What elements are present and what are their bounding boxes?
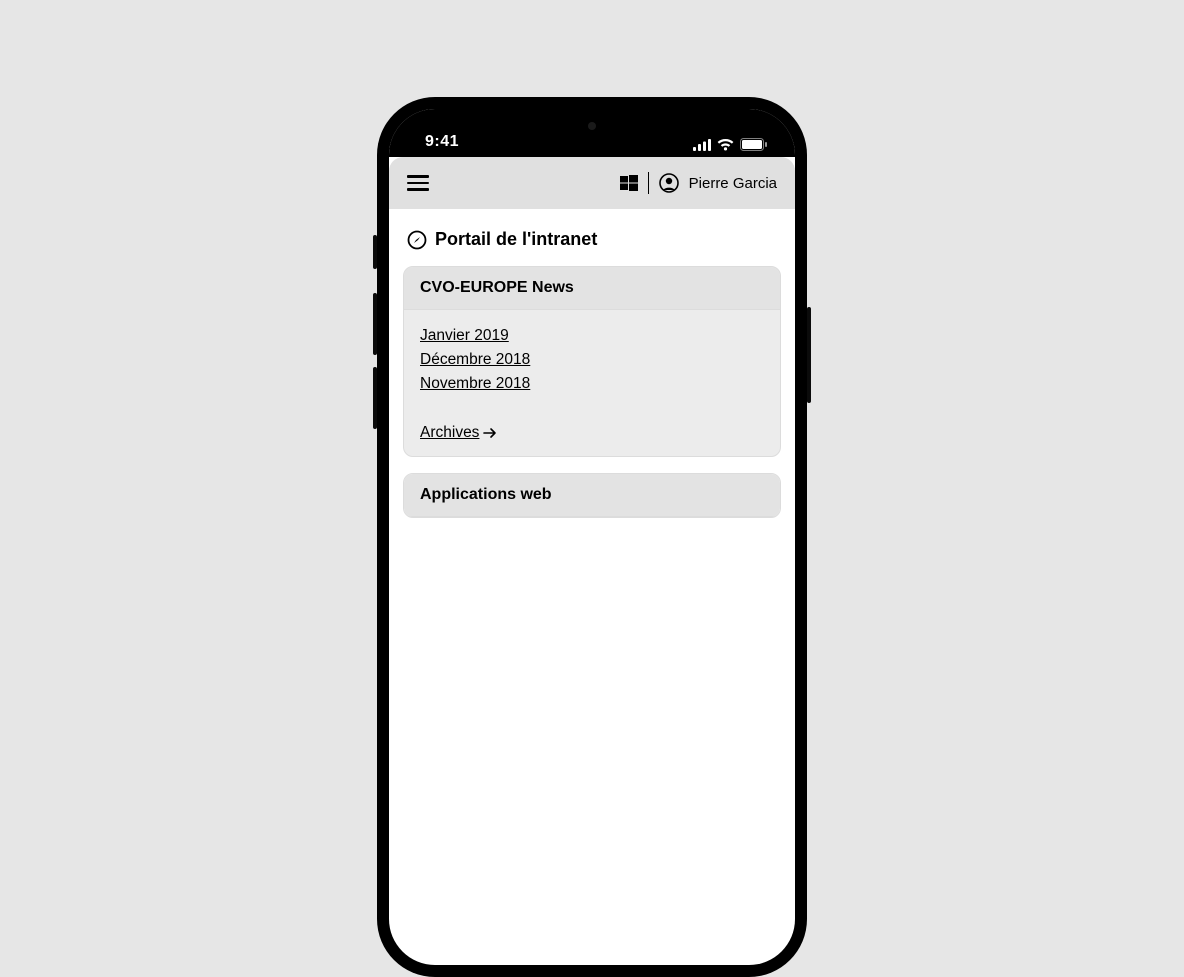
compass-icon [407, 230, 427, 250]
news-card: CVO-EUROPE News Janvier 2019 Décembre 20… [403, 266, 781, 457]
windows-icon[interactable] [620, 174, 638, 192]
arrow-right-icon [483, 427, 497, 439]
status-time: 9:41 [425, 133, 459, 151]
page-title: Portail de l'intranet [435, 229, 597, 250]
news-link[interactable]: Novembre 2018 [420, 372, 530, 396]
power-button [807, 307, 811, 403]
page-content: Portail de l'intranet CVO-EUROPE News Ja… [389, 209, 795, 518]
archives-label: Archives [420, 424, 479, 442]
archives-link[interactable]: Archives [420, 424, 497, 442]
notch [512, 109, 672, 143]
volume-up-button [373, 293, 377, 355]
phone-screen: 9:41 [389, 109, 795, 965]
app-header: Pierre Garcia [389, 157, 795, 209]
news-card-title: CVO-EUROPE News [404, 267, 780, 310]
side-button [373, 235, 377, 269]
cellular-icon [693, 139, 711, 151]
phone-frame: 9:41 [377, 97, 807, 977]
header-divider [648, 172, 649, 194]
user-name[interactable]: Pierre Garcia [689, 175, 777, 192]
status-icons [693, 138, 767, 151]
apps-card: Applications web [403, 473, 781, 518]
apps-card-title: Applications web [404, 474, 780, 517]
volume-down-button [373, 367, 377, 429]
wifi-icon [717, 139, 734, 151]
hamburger-menu-button[interactable] [407, 175, 429, 190]
news-link[interactable]: Décembre 2018 [420, 348, 530, 372]
battery-icon [740, 138, 767, 151]
user-avatar-icon[interactable] [659, 173, 679, 193]
news-link[interactable]: Janvier 2019 [420, 324, 509, 348]
